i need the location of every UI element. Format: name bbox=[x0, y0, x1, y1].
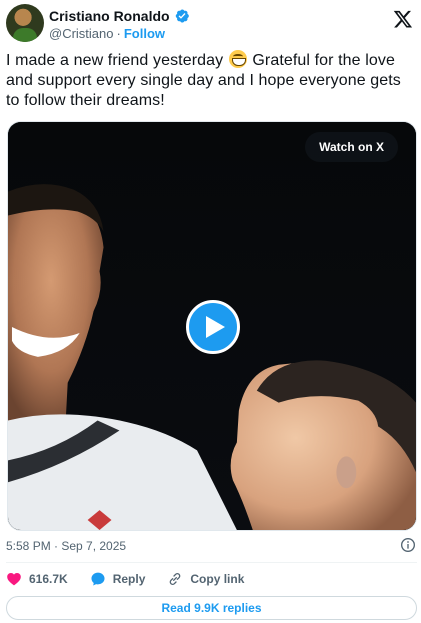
like-button[interactable]: 616.7K bbox=[6, 571, 68, 587]
video-player[interactable]: Watch on X bbox=[7, 121, 417, 531]
tweet-actions: 616.7K Reply Copy link bbox=[6, 570, 266, 588]
tweet-text: I made a new friend yesterday Grateful f… bbox=[6, 50, 416, 111]
heart-icon bbox=[7, 573, 21, 586]
tweet-text-part1: I made a new friend yesterday bbox=[6, 52, 224, 69]
reply-label: Reply bbox=[112, 572, 146, 586]
tweet-timestamp[interactable]: 5:58 PM · Sep 7, 2025 bbox=[6, 539, 126, 553]
play-icon bbox=[206, 316, 225, 338]
author-name[interactable]: Cristiano Ronaldo bbox=[49, 8, 170, 24]
grinning-face-emoji bbox=[228, 50, 247, 68]
x-logo-icon[interactable] bbox=[393, 9, 413, 29]
reply-bubble-icon bbox=[91, 572, 105, 586]
link-icon bbox=[170, 573, 181, 585]
follow-button[interactable]: Follow bbox=[124, 26, 165, 41]
read-replies-button[interactable]: Read 9.9K replies bbox=[6, 596, 417, 620]
tweet-header: Cristiano Ronaldo @Cristiano · Follow bbox=[6, 4, 415, 44]
separator-dot: · bbox=[116, 26, 121, 41]
likes-count: 616.7K bbox=[29, 572, 68, 586]
avatar[interactable] bbox=[6, 4, 44, 42]
copy-link-button[interactable]: Copy link bbox=[167, 571, 244, 587]
watch-on-x-button[interactable]: Watch on X bbox=[305, 132, 398, 162]
author-name-row: Cristiano Ronaldo bbox=[49, 7, 190, 25]
author-handle-row: @Cristiano · Follow bbox=[49, 26, 165, 41]
verified-badge-icon bbox=[175, 9, 189, 23]
author-handle[interactable]: @Cristiano bbox=[49, 26, 114, 41]
play-button[interactable] bbox=[186, 300, 240, 354]
copy-link-label: Copy link bbox=[190, 572, 245, 586]
divider bbox=[6, 562, 417, 563]
reply-button[interactable]: Reply bbox=[90, 571, 146, 587]
info-icon[interactable] bbox=[400, 537, 416, 553]
